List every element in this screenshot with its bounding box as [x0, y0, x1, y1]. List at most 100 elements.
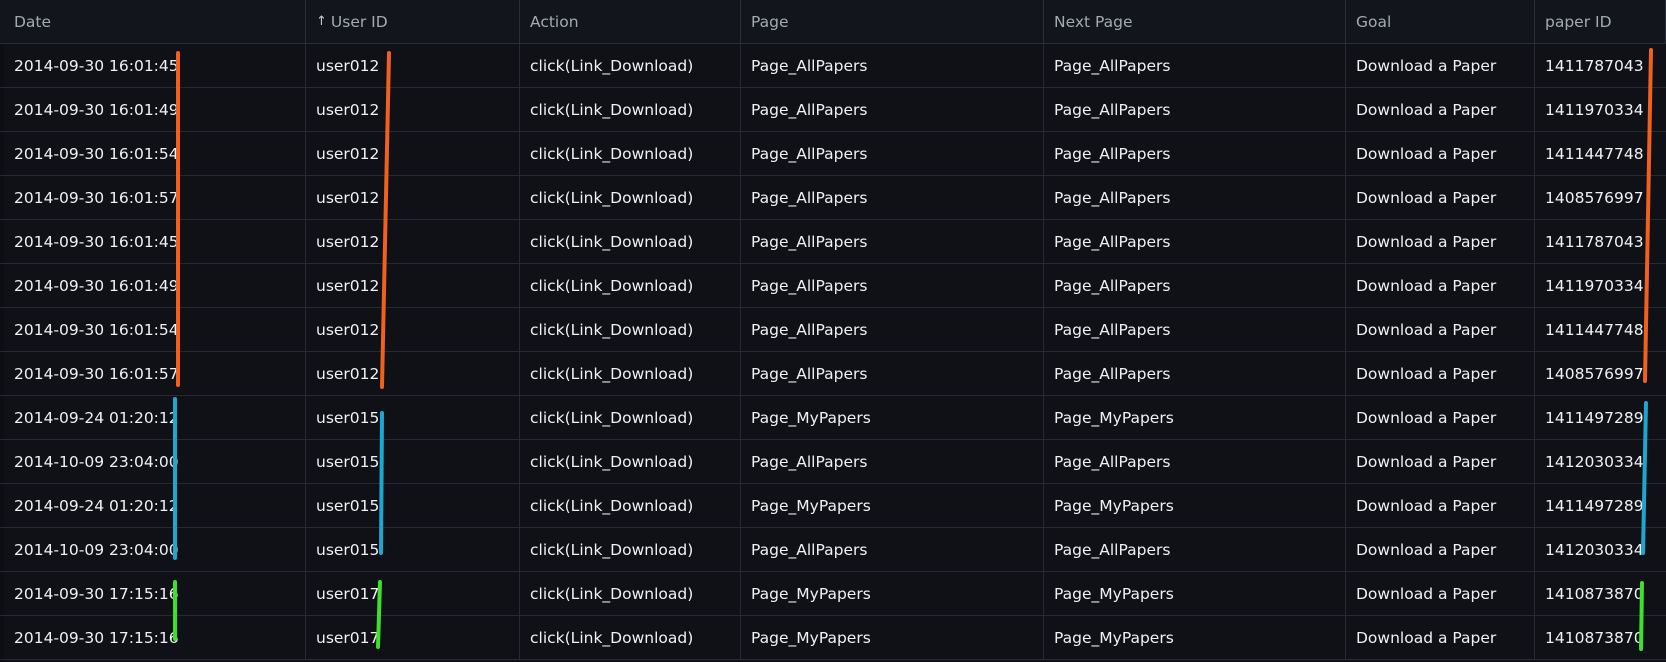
cell-goal: Download a Paper	[1346, 220, 1535, 263]
cell-next-page: Page_MyPapers	[1044, 616, 1346, 659]
cell-goal: Download a Paper	[1346, 396, 1535, 439]
column-header-next-page[interactable]: Next Page	[1044, 0, 1346, 43]
cell-date: 2014-09-30 16:01:45	[4, 44, 306, 87]
cell-goal: Download a Paper	[1346, 176, 1535, 219]
cell-action: click(Link_Download)	[520, 264, 741, 307]
cell-next-page: Page_AllPapers	[1044, 44, 1346, 87]
cell-paper-id: 1411447748	[1545, 144, 1644, 163]
cell-next-page: Page_MyPapers	[1044, 484, 1346, 527]
cell-action: click(Link_Download)	[520, 572, 741, 615]
cell-next-page: Page_AllPapers	[1044, 220, 1346, 263]
cell-action: click(Link_Download)	[520, 396, 741, 439]
cell-page: Page_AllPapers	[741, 264, 1044, 307]
cell-user-id: user015	[306, 528, 520, 571]
cell-action: click(Link_Download)	[520, 352, 741, 395]
cell-date: 2014-09-30 16:01:57	[4, 352, 306, 395]
cell-date: 2014-10-09 23:04:00	[4, 440, 306, 483]
table-row[interactable]: 2014-09-30 17:15:16 user017 click(Link_Dow…	[0, 616, 1666, 660]
column-header-date[interactable]: Date	[4, 0, 306, 43]
cell-goal: Download a Paper	[1346, 44, 1535, 87]
cell-page: Page_MyPapers	[741, 616, 1044, 659]
cell-date: 2014-09-30 17:15:16	[4, 616, 306, 659]
table-row[interactable]: 2014-10-09 23:04:00 user015 click(Link_Dow…	[0, 440, 1666, 484]
cell-next-page: Page_AllPapers	[1044, 440, 1346, 483]
cell-page: Page_MyPapers	[741, 572, 1044, 615]
table-row[interactable]: 2014-09-30 16:01:45 user012 click(Link_Dow…	[0, 220, 1666, 264]
cell-page: Page_AllPapers	[741, 176, 1044, 219]
cell-action: click(Link_Download)	[520, 44, 741, 87]
cell-date: 2014-10-09 23:04:00	[4, 528, 306, 571]
cell-action: click(Link_Download)	[520, 132, 741, 175]
table-row[interactable]: 2014-09-30 16:01:49 user012 click(Link_Dow…	[0, 88, 1666, 132]
cell-action: click(Link_Download)	[520, 308, 741, 351]
cell-goal: Download a Paper	[1346, 352, 1535, 395]
cell-user-id: user015	[306, 396, 520, 439]
cell-next-page: Page_AllPapers	[1044, 132, 1346, 175]
cell-page: Page_AllPapers	[741, 308, 1044, 351]
cell-user-id: user012	[306, 132, 520, 175]
table-row[interactable]: 2014-09-30 16:01:54 user012 click(Link_Dow…	[0, 308, 1666, 352]
table-row[interactable]: 2014-09-30 16:01:57 user012 click(Link_Dow…	[0, 176, 1666, 220]
cell-date: 2014-09-30 16:01:45	[4, 220, 306, 263]
cell-user-id: user012	[306, 352, 520, 395]
cell-next-page: Page_AllPapers	[1044, 528, 1346, 571]
column-header-page[interactable]: Page	[741, 0, 1044, 43]
cell-page: Page_AllPapers	[741, 440, 1044, 483]
cell-goal: Download a Paper	[1346, 88, 1535, 131]
cell-paper-id: 1411970334	[1545, 276, 1644, 295]
cell-goal: Download a Paper	[1346, 264, 1535, 307]
cell-action: click(Link_Download)	[520, 176, 741, 219]
table-row[interactable]: 2014-09-24 01:20:12 user015 click(Link_Dow…	[0, 396, 1666, 440]
cell-next-page: Page_MyPapers	[1044, 572, 1346, 615]
cell-action: click(Link_Download)	[520, 484, 741, 527]
cell-action: click(Link_Download)	[520, 528, 741, 571]
cell-next-page: Page_AllPapers	[1044, 352, 1346, 395]
cell-goal: Download a Paper	[1346, 572, 1535, 615]
cell-paper-id: 1411970334	[1545, 100, 1644, 119]
cell-action: click(Link_Download)	[520, 440, 741, 483]
cell-paper-id: 1411787043	[1545, 56, 1644, 75]
table-row[interactable]: 2014-10-09 23:04:00 user015 click(Link_Dow…	[0, 528, 1666, 572]
column-header-user-id[interactable]: ↑ User ID	[306, 0, 520, 43]
data-table: Date ↑ User ID Action Page Next Page Goal…	[0, 0, 1666, 660]
cell-user-id: user015	[306, 440, 520, 483]
cell-date: 2014-09-30 16:01:49	[4, 88, 306, 131]
column-header-goal[interactable]: Goal	[1346, 0, 1535, 43]
cell-page: Page_MyPapers	[741, 396, 1044, 439]
table-row[interactable]: 2014-09-30 16:01:49 user012 click(Link_Dow…	[0, 264, 1666, 308]
cell-paper-id: 1411787043	[1545, 232, 1644, 251]
cell-page: Page_AllPapers	[741, 352, 1044, 395]
cell-action: click(Link_Download)	[520, 88, 741, 131]
cell-date: 2014-09-30 16:01:57	[4, 176, 306, 219]
column-header-paper-id[interactable]: paper ID	[1535, 0, 1666, 43]
cell-user-id: user012	[306, 88, 520, 131]
cell-date: 2014-09-24 01:20:12	[4, 396, 306, 439]
table-row[interactable]: 2014-09-30 16:01:57 user012 click(Link_Dow…	[0, 352, 1666, 396]
cell-next-page: Page_AllPapers	[1044, 176, 1346, 219]
cell-next-page: Page_MyPapers	[1044, 396, 1346, 439]
cell-user-id: user017	[306, 572, 520, 615]
cell-user-id: user012	[306, 44, 520, 87]
cell-user-id: user015	[306, 484, 520, 527]
cell-user-id: user012	[306, 308, 520, 351]
cell-paper-id: 1412030334	[1545, 452, 1644, 471]
cell-page: Page_MyPapers	[741, 484, 1044, 527]
table-row[interactable]: 2014-09-24 01:20:12 user015 click(Link_Dow…	[0, 484, 1666, 528]
cell-next-page: Page_AllPapers	[1044, 264, 1346, 307]
cell-paper-id: 1410873870	[1545, 584, 1644, 603]
cell-paper-id: 1411447748	[1545, 320, 1644, 339]
cell-user-id: user012	[306, 220, 520, 263]
cell-next-page: Page_AllPapers	[1044, 88, 1346, 131]
cell-date: 2014-09-30 16:01:54	[4, 308, 306, 351]
cell-paper-id: 1408576997	[1545, 188, 1644, 207]
cell-date: 2014-09-30 16:01:49	[4, 264, 306, 307]
cell-paper-id: 1411497289	[1545, 496, 1644, 515]
cell-page: Page_AllPapers	[741, 528, 1044, 571]
cell-paper-id: 1408576997	[1545, 364, 1644, 383]
table-row[interactable]: 2014-09-30 16:01:45 user012 click(Link_Dow…	[0, 44, 1666, 88]
column-header-action[interactable]: Action	[520, 0, 741, 43]
cell-action: click(Link_Download)	[520, 220, 741, 263]
table-row[interactable]: 2014-09-30 17:15:16 user017 click(Link_Dow…	[0, 572, 1666, 616]
cell-user-id: user017	[306, 616, 520, 659]
table-row[interactable]: 2014-09-30 16:01:54 user012 click(Link_Dow…	[0, 132, 1666, 176]
